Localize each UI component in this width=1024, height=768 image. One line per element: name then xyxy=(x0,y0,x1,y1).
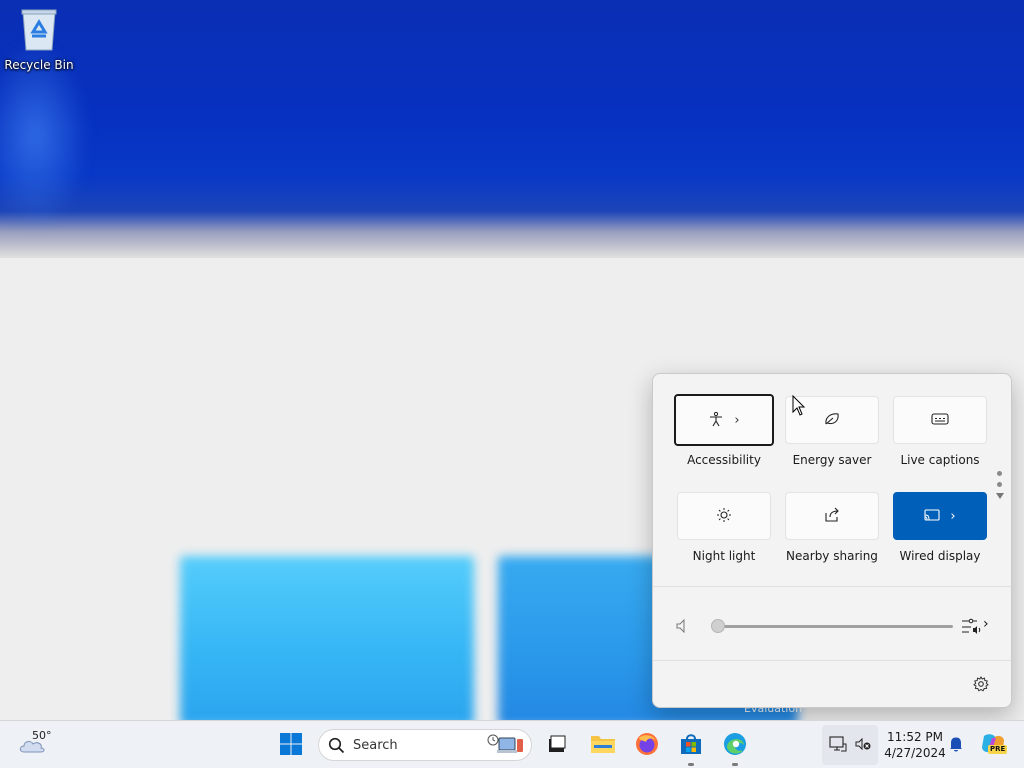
recycle-bin-icon xyxy=(19,6,59,52)
weather-widget[interactable]: 50° xyxy=(12,721,74,768)
quick-setting-night-light[interactable] xyxy=(677,492,771,540)
running-indicator xyxy=(688,763,694,766)
page-dot[interactable] xyxy=(996,482,1002,487)
tile-label-energy-saver: Energy saver xyxy=(792,453,872,467)
weather-temperature: 50° xyxy=(32,729,52,742)
taskbar: 50° Search 11:52 PM 4/27/2024 PRE xyxy=(0,720,1024,768)
task-view-icon xyxy=(547,734,567,757)
desktop-icon-recycle-bin[interactable]: Recycle Bin xyxy=(4,6,74,72)
bell-icon xyxy=(949,736,963,755)
chevron-right-icon: › xyxy=(734,412,740,428)
file-explorer-button[interactable] xyxy=(584,721,622,768)
wallpaper-blue-band xyxy=(0,0,1024,258)
microsoft-edge-button[interactable] xyxy=(716,721,754,768)
taskbar-clock[interactable]: 11:52 PM 4/27/2024 xyxy=(880,729,950,761)
page-down-icon[interactable] xyxy=(996,493,1004,499)
search-placeholder: Search xyxy=(353,738,398,753)
network-icon xyxy=(829,735,847,755)
search-icon xyxy=(328,737,345,757)
copilot-badge: PRE xyxy=(988,744,1008,754)
clock-date: 4/27/2024 xyxy=(884,746,946,760)
page-dot[interactable] xyxy=(996,471,1002,476)
firefox-button[interactable] xyxy=(628,721,666,768)
volume-slider-thumb[interactable] xyxy=(711,619,725,633)
quick-setting-wired-display[interactable]: › xyxy=(893,492,987,540)
share-icon xyxy=(824,507,840,526)
windows-start-icon xyxy=(279,732,303,759)
quick-setting-live-captions[interactable] xyxy=(893,396,987,444)
chevron-right-icon: › xyxy=(950,508,956,524)
quick-settings-flyout: › Accessibility Energy saver Live captio… xyxy=(652,373,1012,708)
tile-label-accessibility: Accessibility xyxy=(687,453,761,467)
tray-network-volume-button[interactable] xyxy=(822,725,878,765)
cast-icon xyxy=(924,508,940,525)
volume-row: › xyxy=(653,606,1011,646)
copilot-pre-icon: PRE xyxy=(980,732,1008,759)
gear-icon[interactable] xyxy=(973,676,989,695)
notifications-button[interactable] xyxy=(946,721,966,768)
accessibility-icon xyxy=(708,411,724,430)
clock-time: 11:52 PM xyxy=(887,730,943,744)
firefox-icon xyxy=(635,732,659,759)
microsoft-store-button[interactable] xyxy=(672,721,710,768)
task-view-button[interactable] xyxy=(538,721,576,768)
volume-slider-track[interactable] xyxy=(717,625,953,628)
tile-label-nearby-sharing: Nearby sharing xyxy=(786,549,878,563)
recycle-bin-label: Recycle Bin xyxy=(4,58,74,72)
running-indicator xyxy=(732,763,738,766)
taskbar-search-box[interactable]: Search xyxy=(318,729,532,761)
start-button[interactable] xyxy=(272,721,310,768)
edge-icon xyxy=(723,732,747,759)
divider xyxy=(653,586,1011,587)
volume-muted-icon xyxy=(855,736,871,755)
chevron-right-icon[interactable]: › xyxy=(983,616,989,632)
leaf-icon xyxy=(823,411,841,430)
copilot-button[interactable]: PRE xyxy=(976,721,1010,768)
quick-setting-nearby-sharing[interactable] xyxy=(785,492,879,540)
store-icon xyxy=(679,732,703,759)
page-indicator[interactable] xyxy=(996,471,1004,499)
audio-mixer-icon[interactable] xyxy=(961,617,983,638)
folder-icon xyxy=(590,733,616,758)
mouse-cursor xyxy=(792,394,806,420)
tile-label-live-captions: Live captions xyxy=(900,453,980,467)
brightness-icon xyxy=(716,507,732,526)
tile-label-wired-display: Wired display xyxy=(899,549,981,563)
captions-icon xyxy=(931,412,949,429)
search-highlight-icon xyxy=(485,733,527,760)
quick-settings-footer xyxy=(653,660,1011,707)
tile-label-night-light: Night light xyxy=(692,549,756,563)
speaker-icon[interactable] xyxy=(675,618,689,637)
quick-setting-accessibility[interactable]: › xyxy=(674,394,774,446)
wallpaper-tile xyxy=(180,556,474,720)
